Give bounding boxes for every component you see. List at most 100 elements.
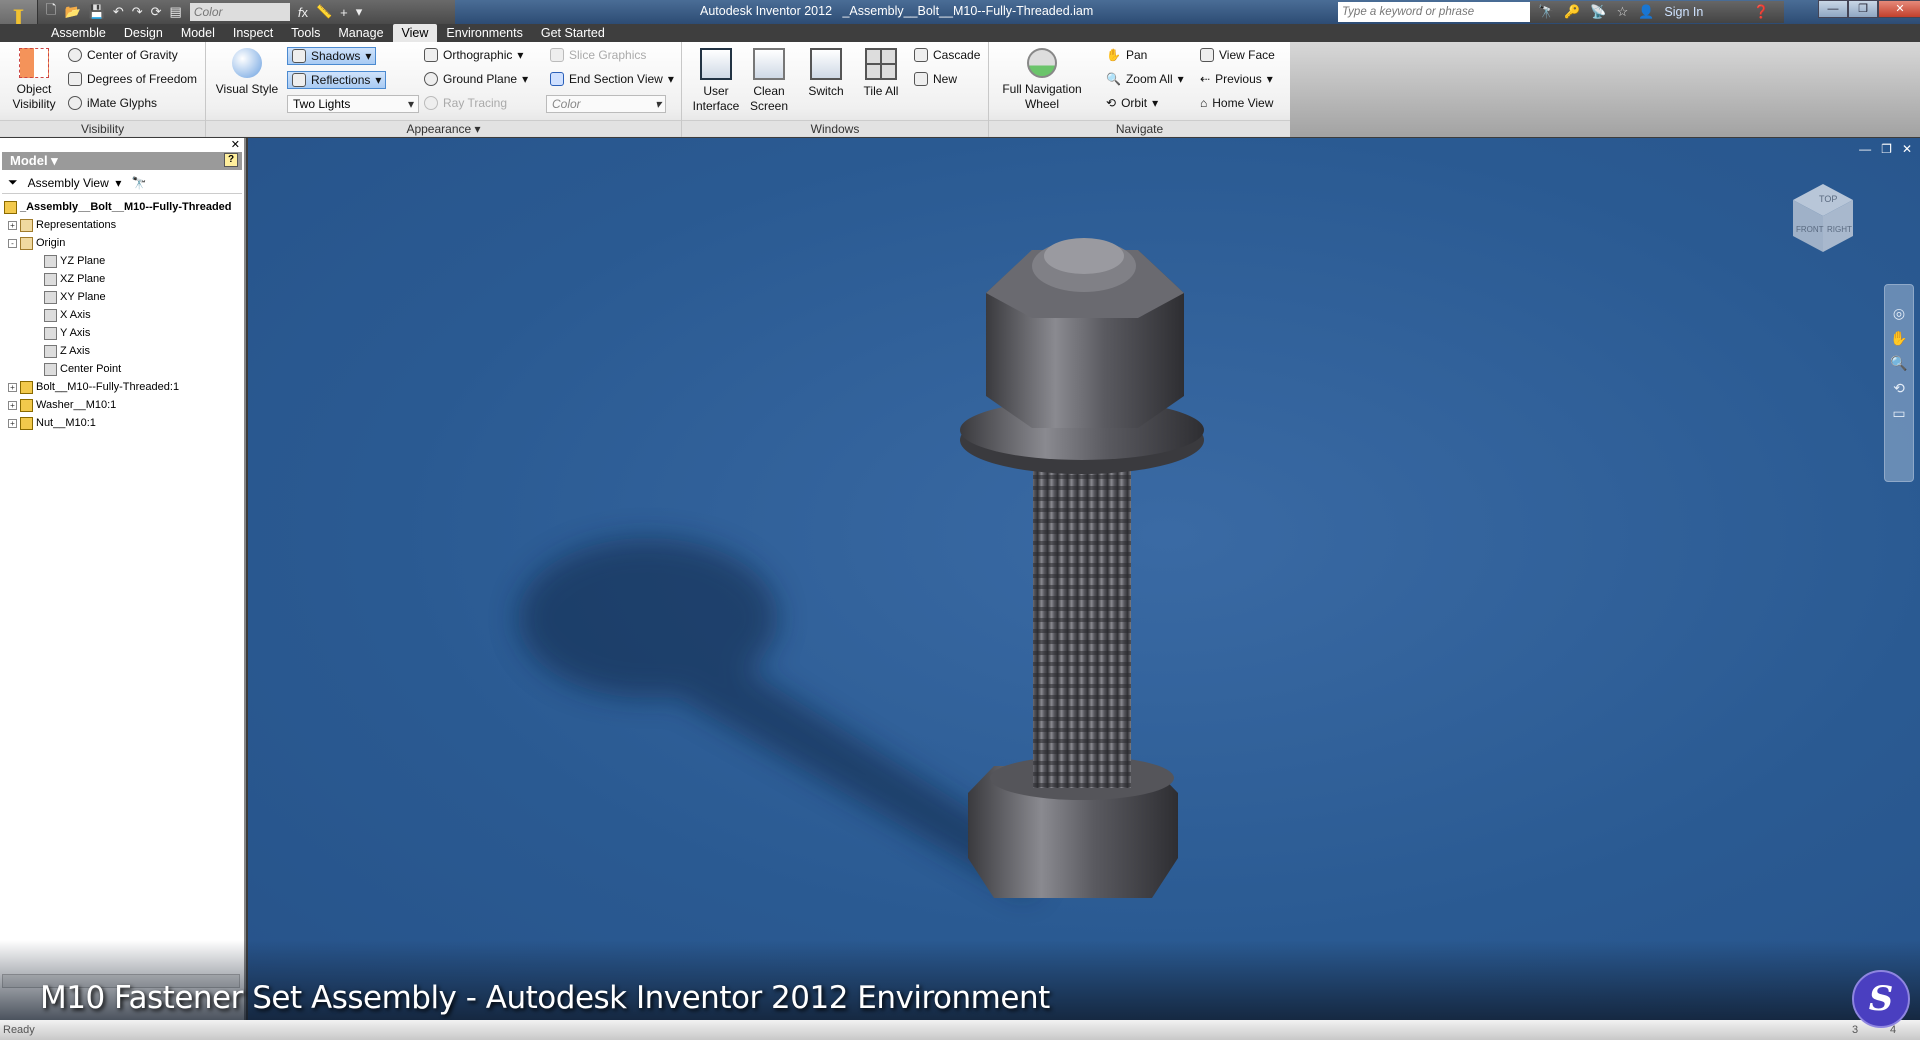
close-icon[interactable]: ✕ (1902, 142, 1912, 156)
lighting-style-select[interactable]: Two Lights (287, 95, 419, 113)
customize-icon[interactable]: ▾ (356, 4, 363, 20)
collapse-icon[interactable]: - (8, 238, 17, 248)
close-panel-icon[interactable]: ✕ (231, 138, 240, 151)
plus-icon[interactable]: + (340, 5, 348, 20)
sign-in-button[interactable]: Sign In (1664, 5, 1703, 19)
minimize-button[interactable]: — (1818, 0, 1848, 18)
tree-node[interactable]: + Bolt__M10--Fully-Threaded:1 (4, 378, 244, 396)
help-icon[interactable]: ? (224, 153, 238, 167)
update-icon[interactable]: ⟳ (151, 4, 162, 20)
tab-get-started[interactable]: Get Started (532, 24, 614, 42)
expand-icon[interactable]: + (8, 382, 17, 392)
tree-node[interactable]: Center Point (4, 360, 244, 378)
tile-all-button[interactable]: Tile All (855, 48, 907, 99)
view-face-button[interactable]: View Face (1200, 48, 1275, 62)
home-icon: ⌂ (1200, 96, 1208, 110)
viewcube-right-label[interactable]: RIGHT (1827, 225, 1852, 234)
reflections-button[interactable]: Reflections ▾ (287, 71, 387, 89)
tree-node[interactable]: + Washer__M10:1 (4, 396, 244, 414)
expand-icon[interactable]: + (8, 220, 17, 230)
color-override-select[interactable]: Color (546, 95, 666, 113)
browser-header[interactable]: Model ▾? (2, 152, 242, 170)
tree-node[interactable]: + Nut__M10:1 (4, 414, 244, 432)
viewcube-front-label[interactable]: FRONT (1796, 225, 1824, 234)
ray-tracing-button[interactable]: Ray Tracing (424, 96, 507, 110)
assembly-view-select[interactable]: Assembly View ▾ (28, 176, 122, 190)
help-icon[interactable]: ❓ (1753, 4, 1769, 20)
switch-button[interactable]: Switch (800, 48, 852, 99)
degrees-of-freedom-button[interactable]: Degrees of Freedom (68, 72, 197, 86)
tree-node[interactable]: XY Plane (4, 288, 244, 306)
cascade-button[interactable]: Cascade (914, 48, 980, 62)
viewcube-top-label[interactable]: TOP (1819, 194, 1837, 204)
satellite-icon[interactable]: 📡 (1590, 4, 1606, 20)
center-of-gravity-button[interactable]: Center of Gravity (68, 48, 178, 62)
zoom-icon[interactable]: 🔍 (1890, 355, 1907, 372)
tree-node[interactable]: _Assembly__Bolt__M10--Fully-Threaded (4, 198, 244, 216)
reflections-icon (292, 73, 306, 87)
pan-button[interactable]: ✋ Pan (1106, 48, 1147, 62)
fx-icon[interactable]: fx (298, 5, 308, 20)
key-icon[interactable]: 🔑 (1564, 4, 1580, 20)
ground-plane-button[interactable]: Ground Plane ▾ (424, 72, 528, 86)
restore-button[interactable]: ❐ (1848, 0, 1878, 18)
object-visibility-button[interactable]: Object Visibility (10, 48, 58, 112)
tab-inspect[interactable]: Inspect (224, 24, 282, 42)
plane-icon (44, 272, 57, 286)
tab-view[interactable]: View (392, 24, 438, 42)
panel-label-appearance[interactable]: Appearance ▾ (206, 120, 681, 136)
tab-model[interactable]: Model (172, 24, 224, 42)
new-icon[interactable]: 🗋 (46, 1, 56, 23)
find-icon[interactable]: 🔭 (131, 176, 146, 190)
measure-icon[interactable]: 📏 (316, 4, 332, 20)
steering-wheel-icon[interactable]: ◎ (1893, 305, 1905, 322)
viewcube[interactable]: TOP FRONT RIGHT (1793, 184, 1853, 252)
tree-node[interactable]: Y Axis (4, 324, 244, 342)
visual-style-button[interactable]: Visual Style (212, 48, 282, 97)
pan-icon[interactable]: ✋ (1890, 330, 1907, 347)
tab-assemble[interactable]: Assemble (42, 24, 115, 42)
filter-icon[interactable]: ⏷ (8, 175, 18, 190)
view-face-icon[interactable]: ▭ (1892, 405, 1905, 422)
new-window-button[interactable]: New (914, 72, 957, 86)
open-icon[interactable]: 📂 (64, 4, 80, 20)
undo-icon[interactable]: ↶ (113, 4, 124, 20)
graphics-window[interactable]: TOP FRONT RIGHT — ❐ ✕ (248, 138, 1920, 1020)
zoom-all-button[interactable]: 🔍 Zoom All ▾ (1106, 72, 1184, 86)
style-combo[interactable]: Color (189, 3, 290, 21)
new-window-icon (914, 72, 928, 86)
save-icon[interactable]: 💾 (89, 4, 105, 20)
redo-icon[interactable]: ↷ (132, 4, 143, 20)
orthographic-button[interactable]: Orthographic ▾ (424, 48, 523, 62)
orbit-icon[interactable]: ⟲ (1893, 380, 1905, 397)
expand-icon[interactable]: + (8, 400, 17, 410)
shadows-button[interactable]: Shadows ▾ (287, 47, 377, 65)
tree-node[interactable]: XZ Plane (4, 270, 244, 288)
binoculars-icon[interactable]: 🔭 (1538, 4, 1554, 20)
user-interface-button[interactable]: User Interface (686, 48, 746, 114)
expand-icon[interactable]: + (8, 418, 17, 428)
tab-design[interactable]: Design (115, 24, 172, 42)
minimize-icon[interactable]: — (1859, 142, 1871, 156)
restore-icon[interactable]: ❐ (1881, 142, 1892, 156)
close-button[interactable]: ✕ (1878, 0, 1920, 18)
clean-screen-button[interactable]: Clean Screen (748, 48, 790, 114)
slice-graphics-button[interactable]: Slice Graphics (550, 48, 646, 62)
tab-manage[interactable]: Manage (329, 24, 392, 42)
end-section-view-button[interactable]: End Section View ▾ (550, 72, 674, 86)
tree-node[interactable]: - Origin (4, 234, 244, 252)
previous-view-button[interactable]: ⇠ Previous ▾ (1200, 72, 1273, 86)
select-icon[interactable]: ▤ (170, 4, 182, 20)
home-view-button[interactable]: ⌂ Home View (1200, 96, 1273, 110)
full-navigation-wheel-button[interactable]: Full Navigation Wheel (992, 48, 1092, 112)
tab-tools[interactable]: Tools (282, 24, 329, 42)
tree-node[interactable]: YZ Plane (4, 252, 244, 270)
tab-environments[interactable]: Environments (437, 24, 531, 42)
imate-glyphs-button[interactable]: iMate Glyphs (68, 96, 157, 110)
tree-node[interactable]: Z Axis (4, 342, 244, 360)
star-icon[interactable]: ☆ (1617, 4, 1629, 20)
orbit-button[interactable]: ⟲ Orbit ▾ (1106, 96, 1158, 110)
tree-node[interactable]: X Axis (4, 306, 244, 324)
search-input[interactable]: Type a keyword or phrase (1338, 2, 1530, 22)
tree-node[interactable]: + Representations (4, 216, 244, 234)
